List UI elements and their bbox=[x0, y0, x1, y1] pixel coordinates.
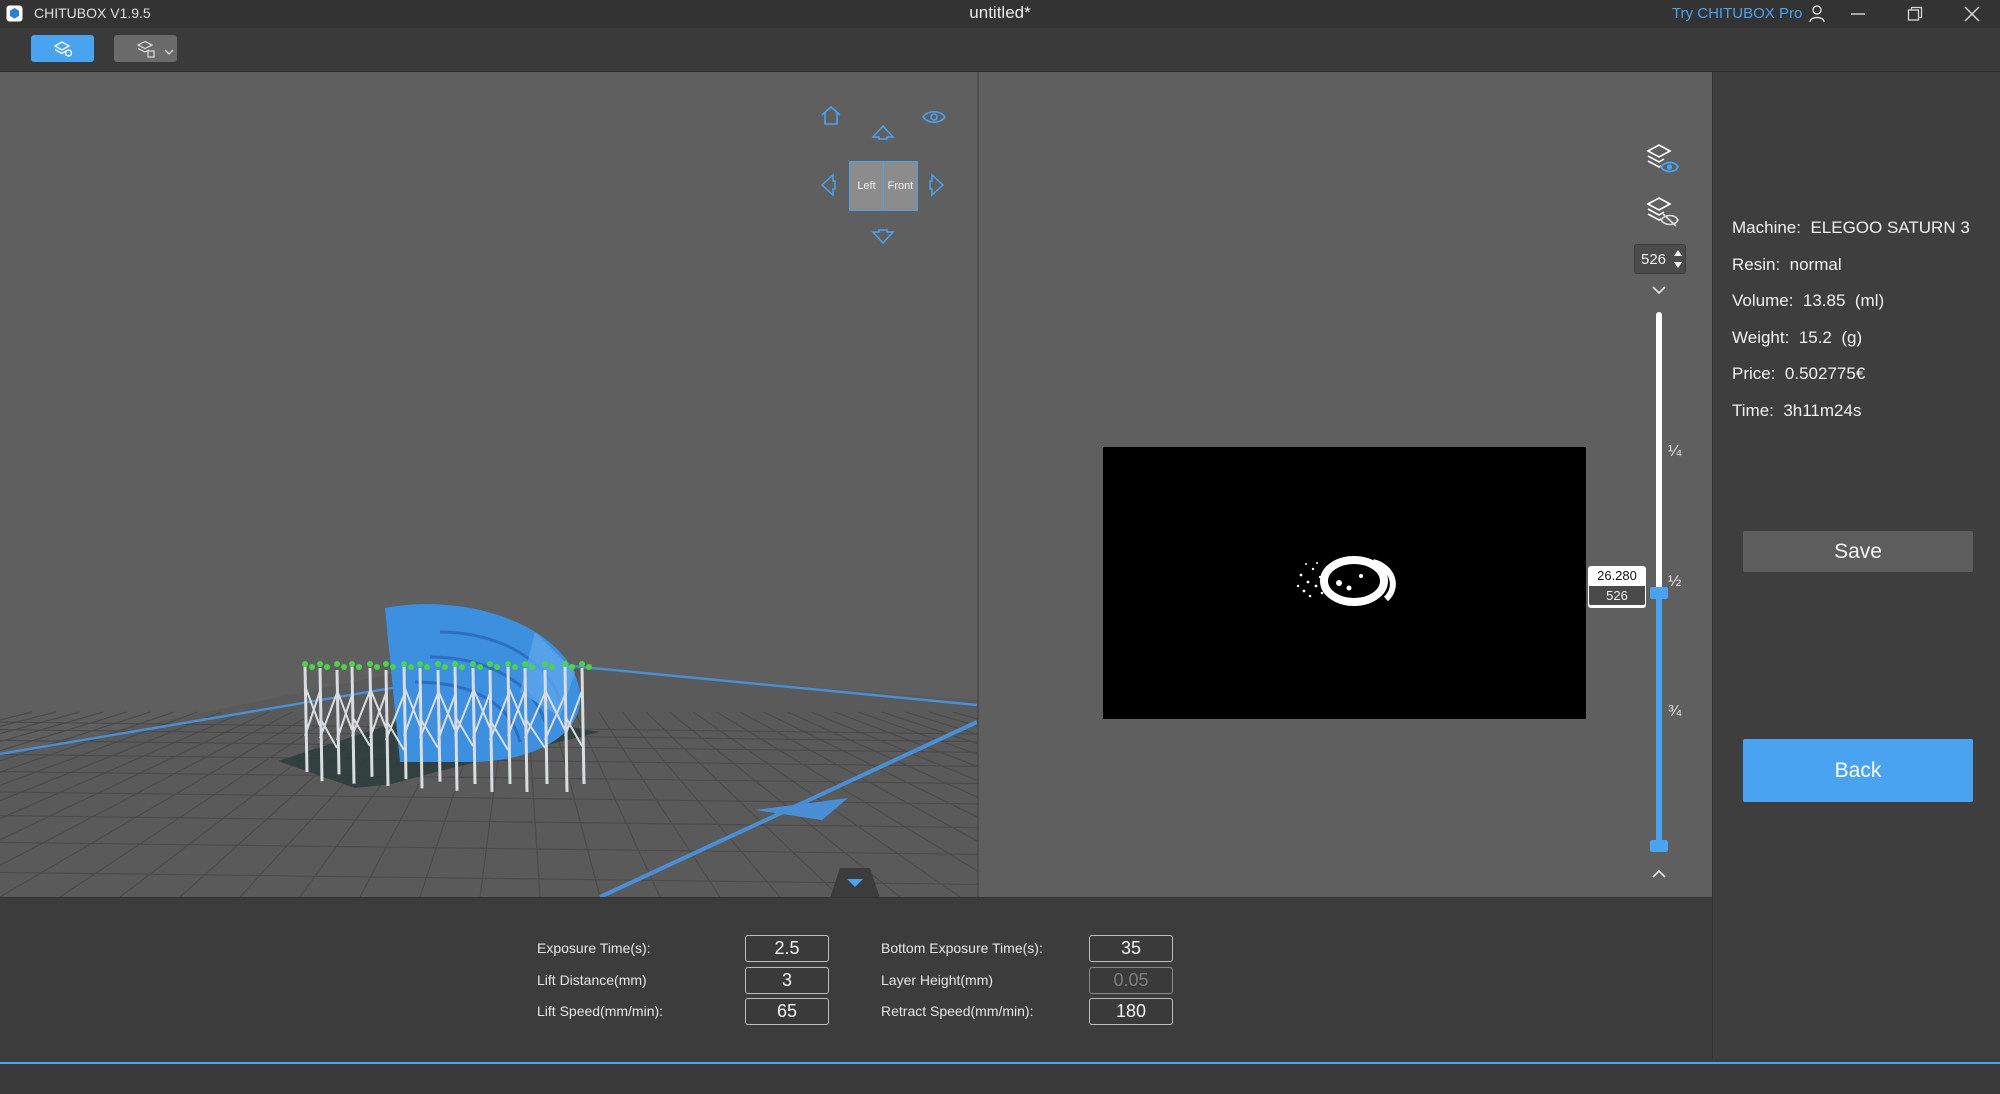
volume-row: Volume: 13.85 (ml) bbox=[1732, 291, 1884, 311]
rotate-up-icon[interactable] bbox=[870, 122, 896, 140]
save-button[interactable]: Save bbox=[1743, 531, 1973, 572]
layer-number-value: 526 bbox=[1641, 251, 1667, 268]
print-parameters-panel bbox=[0, 897, 1712, 1064]
retract-speed-label: Retract Speed(mm/min): bbox=[881, 1003, 1034, 1019]
layers-gear-icon bbox=[53, 40, 72, 57]
time-value: 3h11m24s bbox=[1783, 401, 1862, 420]
toolbar bbox=[0, 28, 2000, 72]
resin-value: normal bbox=[1789, 255, 1842, 274]
machine-value: ELEGOO SATURN 3 bbox=[1810, 218, 1970, 237]
slider-quarter-mark: ¼ bbox=[1668, 443, 1682, 460]
params-panel-toggle-tab[interactable] bbox=[830, 868, 880, 897]
price-label: Price: bbox=[1732, 364, 1776, 383]
layer-slice-image bbox=[1103, 447, 1586, 719]
chevron-down-icon bbox=[164, 49, 174, 55]
tooltip-layer-number: 526 bbox=[1589, 586, 1645, 605]
weight-unit: (g) bbox=[1841, 328, 1863, 347]
3d-viewport[interactable]: Left Front bbox=[0, 72, 977, 897]
machine-label: Machine: bbox=[1732, 218, 1801, 237]
slice-preview-tool-button[interactable] bbox=[31, 35, 94, 62]
view-cube-left-face[interactable]: Left bbox=[850, 162, 883, 210]
slider-three-quarter-mark: ¾ bbox=[1668, 703, 1682, 720]
rotate-down-icon[interactable] bbox=[870, 229, 896, 247]
try-pro-link[interactable]: Try CHITUBOX Pro bbox=[1672, 5, 1802, 22]
restore-button[interactable] bbox=[1895, 0, 1935, 28]
close-icon bbox=[1964, 6, 1980, 22]
weight-row: Weight: 15.2 (g) bbox=[1732, 328, 1862, 348]
layer-height-tooltip: 26.280 526 bbox=[1588, 566, 1646, 608]
volume-unit: (ml) bbox=[1854, 291, 1885, 310]
lift-distance-input[interactable]: 3 bbox=[745, 967, 829, 994]
machine-row: Machine: ELEGOO SATURN 3 bbox=[1732, 218, 1970, 238]
time-row: Time: 3h11m24s bbox=[1732, 401, 1861, 421]
user-button[interactable] bbox=[1797, 0, 1837, 28]
exposure-time-input[interactable]: 2.5 bbox=[745, 935, 829, 962]
layers-settings-icon bbox=[136, 40, 155, 58]
resin-row: Resin: normal bbox=[1732, 255, 1842, 275]
retract-speed-input[interactable]: 180 bbox=[1089, 998, 1173, 1025]
user-icon bbox=[1809, 5, 1825, 23]
layer-height-input: 0.05 bbox=[1089, 967, 1173, 994]
layer-slider-bottom-handle[interactable] bbox=[1650, 840, 1668, 852]
layer-height-value: 26.280 bbox=[1597, 568, 1637, 583]
title-bar: CHITUBOX V1.9.5 untitled* Try CHITUBOX P… bbox=[0, 0, 2000, 28]
home-view-icon[interactable] bbox=[819, 104, 843, 128]
close-button[interactable] bbox=[1952, 0, 1992, 28]
spin-arrows-icon[interactable] bbox=[1674, 248, 1682, 270]
exposure-time-label: Exposure Time(s): bbox=[537, 940, 651, 956]
weight-label: Weight: bbox=[1732, 328, 1790, 347]
rotate-left-icon[interactable] bbox=[818, 172, 836, 198]
slider-half-mark: ½ bbox=[1668, 573, 1682, 590]
bottom-exposure-time-label: Bottom Exposure Time(s): bbox=[881, 940, 1043, 956]
bottom-exposure-time-input[interactable]: 35 bbox=[1089, 935, 1173, 962]
lift-speed-label: Lift Speed(mm/min): bbox=[537, 1003, 664, 1019]
hide-layers-eye-icon[interactable] bbox=[1645, 196, 1679, 230]
rotate-right-icon[interactable] bbox=[929, 172, 947, 198]
lift-distance-label: Lift Distance(mm) bbox=[537, 972, 647, 988]
view-cube[interactable]: Left Front bbox=[849, 161, 918, 211]
view-cube-front-face[interactable]: Front bbox=[883, 162, 917, 210]
restore-icon bbox=[1907, 6, 1923, 21]
minimize-icon bbox=[1851, 13, 1865, 15]
view-mode-eye-icon[interactable] bbox=[921, 108, 947, 126]
layer-up-chevron-icon[interactable] bbox=[1650, 868, 1668, 880]
status-bar bbox=[0, 1064, 2000, 1094]
layer-number-spinbox[interactable]: 526 bbox=[1634, 244, 1686, 274]
minimize-button[interactable] bbox=[1838, 0, 1878, 28]
layer-height-label: Layer Height(mm) bbox=[881, 972, 994, 988]
price-row: Price: 0.502775€ bbox=[1732, 364, 1865, 384]
model-object bbox=[385, 604, 581, 762]
volume-value: 13.85 bbox=[1802, 291, 1846, 310]
back-button[interactable]: Back bbox=[1743, 739, 1973, 802]
weight-value: 15.2 bbox=[1798, 328, 1832, 347]
layer-slider-fill bbox=[1656, 592, 1662, 845]
layer-slider-handle[interactable] bbox=[1650, 587, 1668, 599]
layer-down-chevron-icon[interactable] bbox=[1650, 284, 1668, 296]
lift-speed-input[interactable]: 65 bbox=[745, 998, 829, 1025]
resin-label: Resin: bbox=[1732, 255, 1781, 274]
layer-tool-dropdown-button[interactable] bbox=[114, 35, 177, 62]
price-value: 0.502775€ bbox=[1784, 364, 1866, 383]
volume-label: Volume: bbox=[1732, 291, 1794, 310]
time-label: Time: bbox=[1732, 401, 1774, 420]
show-layers-eye-icon[interactable] bbox=[1645, 143, 1679, 177]
